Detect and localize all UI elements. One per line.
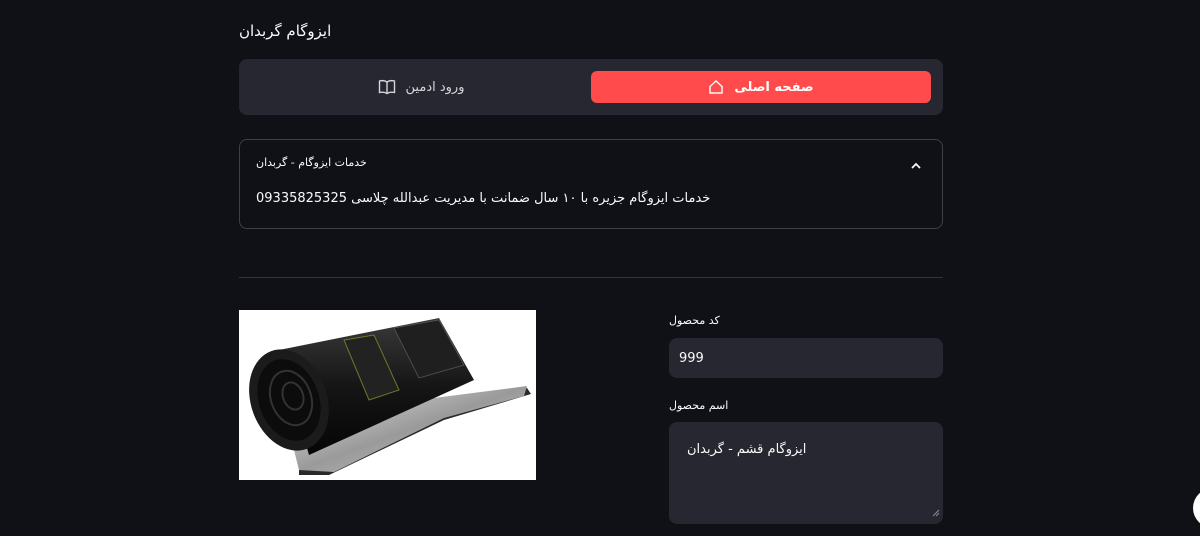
- book-icon: [378, 79, 396, 95]
- floating-action-button[interactable]: [1193, 488, 1200, 528]
- section-divider: [239, 277, 943, 278]
- chevron-up-icon[interactable]: [910, 156, 922, 175]
- home-button[interactable]: صفحه اصلی: [591, 71, 931, 103]
- home-label: صفحه اصلی: [734, 79, 814, 95]
- services-expander: خدمات ایزوگام - گربدان خدمات ایزوگام جزی…: [239, 139, 943, 229]
- app-title: ایزوگام گربدان: [239, 22, 332, 40]
- product-code-value: 999: [679, 350, 704, 366]
- admin-login-label: ورود ادمین: [405, 79, 465, 95]
- home-icon: [708, 79, 724, 95]
- expander-header[interactable]: خدمات ایزوگام - گربدان: [256, 156, 367, 169]
- app-page: ایزوگام گربدان ورود ادمین صفحه اصلی خدما…: [0, 0, 1200, 536]
- resize-handle-icon[interactable]: [932, 506, 940, 521]
- product-name-label: اسم محصول: [669, 399, 729, 412]
- product-name-textarea[interactable]: ایزوگام قشم - گربدان: [669, 422, 943, 524]
- navigation-bar: ورود ادمین صفحه اصلی: [239, 59, 943, 115]
- product-image: [239, 310, 536, 480]
- admin-login-button[interactable]: ورود ادمین: [251, 71, 591, 103]
- product-code-input[interactable]: 999: [669, 338, 943, 378]
- expander-body-text: خدمات ایزوگام جزیره با ۱۰ سال ضمانت با م…: [256, 191, 711, 206]
- product-code-label: کد محصول: [669, 314, 720, 327]
- product-name-value: ایزوگام قشم - گربدان: [687, 442, 807, 457]
